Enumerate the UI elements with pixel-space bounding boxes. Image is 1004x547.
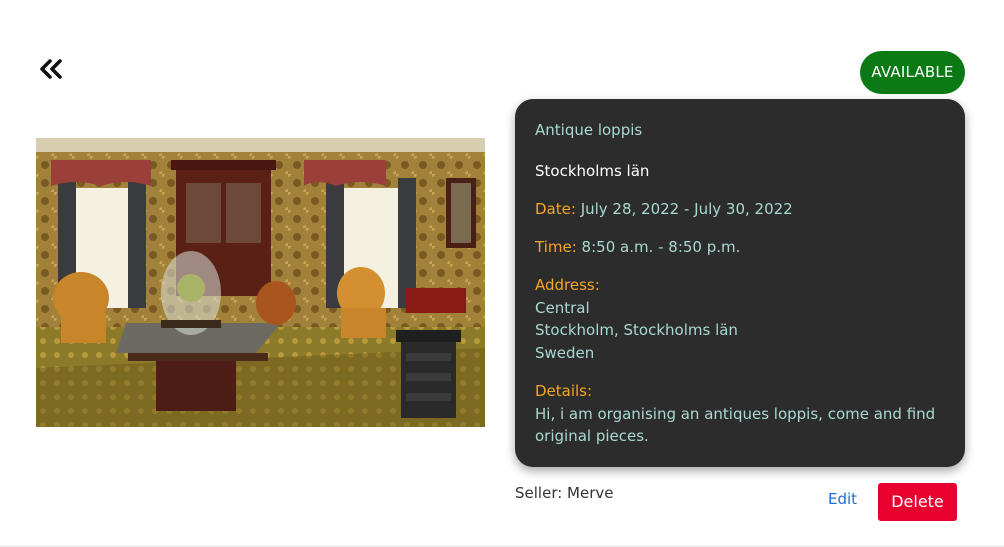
- listing-detail-page: AVAILABLE Antique loppis Stockholms län …: [0, 0, 1004, 547]
- listing-region: Stockholms län: [535, 162, 650, 180]
- address-line-1: Central: [535, 298, 590, 317]
- details-text: Hi, i am organising an antiques loppis, …: [535, 404, 936, 446]
- date-label: Date:: [535, 200, 576, 218]
- edit-link[interactable]: Edit: [828, 490, 857, 508]
- time-label: Time:: [535, 238, 577, 256]
- seller-label: Seller: Merve: [515, 484, 614, 502]
- time-value: 8:50 a.m. - 8:50 p.m.: [581, 238, 741, 256]
- address-line-3: Sweden: [535, 343, 595, 362]
- details-label: Details:: [535, 382, 593, 400]
- back-button[interactable]: [38, 56, 66, 82]
- listing-image: [36, 138, 485, 427]
- date-row: Date: July 28, 2022 - July 30, 2022: [535, 198, 945, 220]
- time-row: Time: 8:50 a.m. - 8:50 p.m.: [535, 236, 945, 258]
- double-chevron-left-icon: [40, 59, 62, 79]
- date-value: July 28, 2022 - July 30, 2022: [580, 200, 793, 218]
- address-label: Address:: [535, 276, 600, 294]
- details-block: Details: Hi, i am organising an antiques…: [535, 380, 945, 448]
- listing-info-card: Antique loppis Stockholms län Date: July…: [515, 99, 965, 467]
- address-line-2: Stockholm, Stockholms län: [535, 321, 738, 339]
- listing-title: Antique loppis: [535, 121, 643, 139]
- address-block: Address: Central Stockholm, Stockholms l…: [535, 274, 945, 364]
- delete-button[interactable]: Delete: [878, 483, 957, 521]
- status-badge: AVAILABLE: [860, 51, 965, 94]
